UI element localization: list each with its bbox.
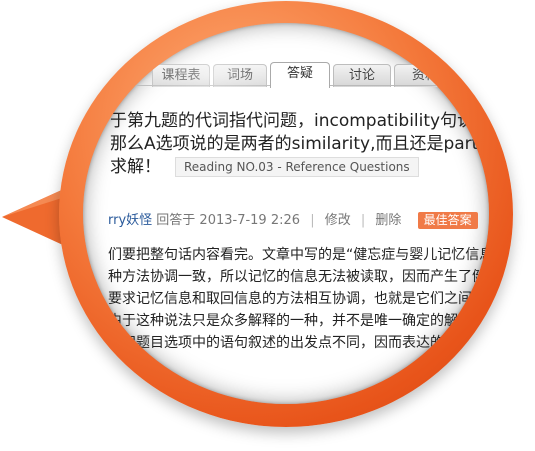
question-body: 于第九题的代词指代问题，incompatibility句说 那么A选项说的是两者… (110, 110, 489, 179)
answer-meta: rry妖怪 回答于 2013-7-19 2:26 | 修改 | 删除 最佳答案 (108, 209, 478, 229)
tab-discussion[interactable]: 讨论 (333, 64, 391, 87)
answer-timestamp: 回答于 2013-7-19 2:26 (156, 213, 301, 228)
tab-schedule[interactable]: 课程表 (152, 64, 210, 87)
edit-link[interactable]: 修改 (325, 213, 351, 228)
tab-resources[interactable]: 资料 (394, 64, 456, 87)
answer-line: 们要把整句话内容看完。文章中写的是“健忘症与婴儿记忆信息和 (108, 247, 489, 263)
magnifier-lens: 课程表 词场 答疑 讨论 资料 于第九题的代词指代问题，incompatibil… (83, 23, 489, 404)
divider: | (360, 213, 366, 228)
answer-line: 句和题目选项中的语句叙述的出发点不同，因而表达的 (108, 335, 444, 351)
tab-vocabulary[interactable]: 词场 (213, 64, 267, 87)
answer-line: 由于这种说法只是众多解释的一种，并不是唯一确定的解 (108, 313, 458, 329)
answer-line: 要求记忆信息和取回信息的方法相互协调，也就是它们之间 (108, 291, 472, 307)
delete-link[interactable]: 删除 (375, 213, 401, 228)
answer-body: 们要把整句话内容看完。文章中写的是“健忘症与婴儿记忆信息和 种方法协调一致，所以… (108, 244, 489, 354)
question-line: 求解！ Reading NO.03 - Reference Questions (110, 156, 489, 179)
best-answer-badge: 最佳答案 (417, 212, 478, 229)
tab-qa[interactable]: 答疑 (270, 62, 330, 88)
question-line: 于第九题的代词指代问题，incompatibility句说 (110, 111, 475, 131)
magnifier-illustration: 课程表 词场 答疑 讨论 资料 于第九题的代词指代问题，incompatibil… (0, 0, 535, 451)
question-line-text: 求解！ (110, 157, 161, 177)
question-line: 那么A选项说的是两者的similarity,而且还是partly (110, 134, 489, 154)
username-link[interactable]: rry妖怪 (108, 213, 152, 228)
divider: | (310, 213, 315, 228)
tab-bar: 课程表 词场 答疑 讨论 资料 (130, 62, 489, 88)
answer-line: 种方法协调一致，所以记忆的信息无法被读取，因而产生了健忘 (108, 269, 489, 285)
reference-tag[interactable]: Reading NO.03 - Reference Questions (175, 157, 419, 177)
